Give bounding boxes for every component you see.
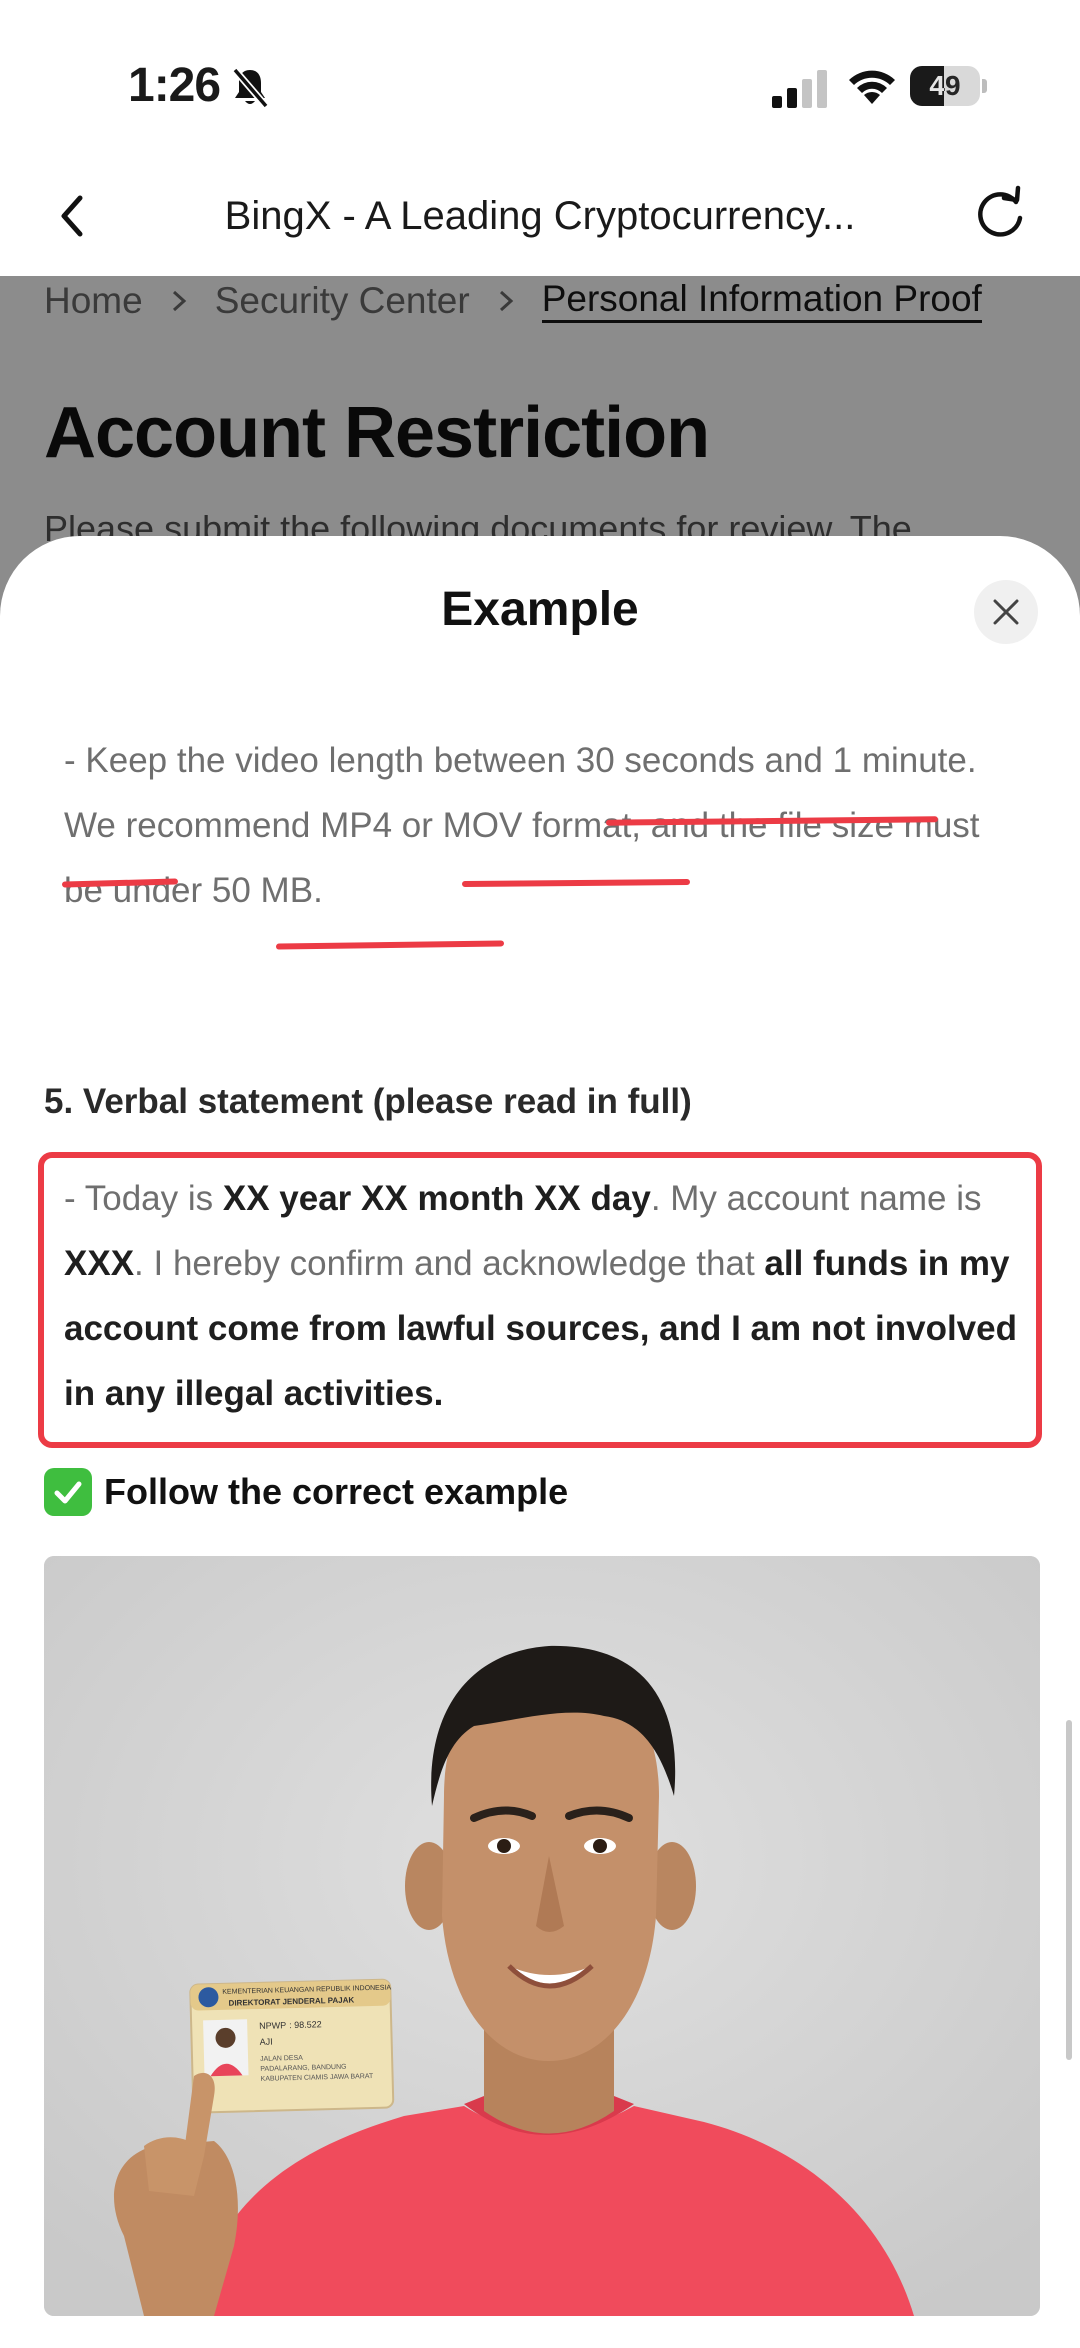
status-time: 1:26 — [128, 59, 221, 112]
video-rule-text: - Keep the video length between 30 secon… — [64, 741, 980, 910]
id-card-npwp-label: NPWP — [259, 2020, 286, 2031]
section-heading: 5. Verbal statement (please read in full… — [44, 1082, 692, 1121]
correct-example-row: Follow the correct example — [44, 1468, 568, 1516]
wifi-icon — [849, 70, 895, 104]
video-size-value: under 50 MB — [112, 871, 314, 910]
battery-percent: 49 — [929, 70, 961, 101]
browser-nav-bar: BingX - A Leading Cryptocurrency... — [0, 160, 1080, 276]
bell-muted-icon — [232, 67, 269, 109]
check-mark-icon — [44, 1468, 92, 1516]
person-holding-id-illustration: KEMENTERIAN KEUANGAN REPUBLIK INDONESIA … — [44, 1556, 1040, 2316]
close-button[interactable] — [974, 580, 1038, 644]
verbal-statement-text: - Today is XX year XX month XX day. My a… — [64, 1179, 1017, 1413]
id-card-npwp-value: : 98.522 — [289, 2019, 322, 2030]
cellular-signal-icon — [772, 70, 827, 108]
sheet-title: Example — [441, 583, 639, 636]
sheet-content[interactable]: - Keep the video length between 30 secon… — [0, 676, 1080, 2348]
example-photo: KEMENTERIAN KEUANGAN REPUBLIK INDONESIA … — [44, 1556, 1040, 2316]
video-format-value: MP4 or MOV — [320, 806, 523, 845]
video-length-value: 30 seconds and 1 minute — [575, 741, 967, 780]
back-chevron-icon[interactable] — [52, 186, 92, 246]
status-bar: 1:26 49 — [0, 0, 1080, 160]
scrollbar[interactable] — [1066, 1720, 1072, 2060]
refresh-icon[interactable] — [972, 184, 1028, 244]
example-bottom-sheet: Example - Keep the video length between … — [0, 536, 1080, 2348]
underline-mark — [275, 940, 505, 950]
correct-example-label: Follow the correct example — [104, 1471, 569, 1512]
id-card-name: AJI — [260, 2037, 273, 2047]
close-icon — [993, 599, 1019, 625]
id-card-address-1: JALAN DESA — [260, 2055, 303, 2063]
battery-icon: 49 — [910, 66, 987, 106]
page-title: BingX - A Leading Cryptocurrency... — [224, 194, 856, 238]
